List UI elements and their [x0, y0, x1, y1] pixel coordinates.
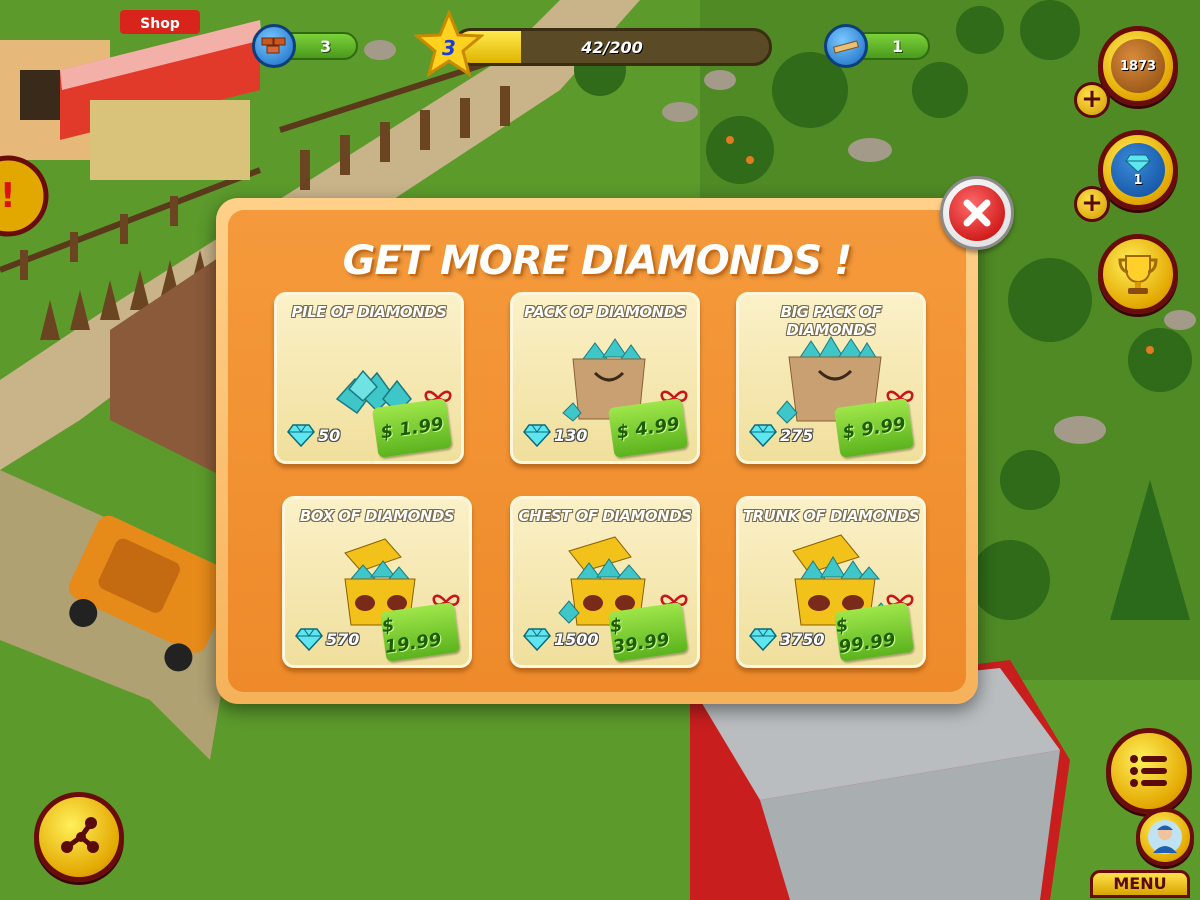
level-number: 3 [442, 36, 456, 60]
coins-value: 1873 [1119, 58, 1157, 74]
offer-price: $ 4.99 [615, 413, 681, 443]
coins-button[interactable]: 1873 [1098, 26, 1178, 106]
offer-amount-value: 275 [780, 425, 814, 445]
offer-price: $ 99.99 [834, 614, 897, 658]
offer-amount-value: 1500 [554, 629, 599, 649]
bricks-icon [252, 24, 296, 68]
shop-sign: Shop [140, 16, 180, 32]
add-coins-button[interactable]: + [1074, 82, 1110, 118]
price-tag[interactable]: $ 19.99 [379, 602, 461, 662]
offer-amount: 130 [523, 423, 587, 447]
diamond-icon [523, 424, 551, 447]
offer-price: $ 1.99 [379, 413, 445, 443]
offer-price: $ 39.99 [608, 614, 671, 658]
diamonds-value: 1 [1133, 172, 1143, 188]
get-diamonds-dialog: GET MORE DIAMONDS ! PILE OF DIAMONDS 50 $ … [216, 198, 978, 704]
diamonds-button[interactable]: 1 [1098, 130, 1178, 210]
offer-amount: 50 [287, 423, 340, 447]
offer-amount-value: 3750 [780, 629, 825, 649]
xp-progress-bar: 42/200 [452, 28, 772, 66]
diamond-icon [749, 424, 777, 447]
offer-card[interactable]: PILE OF DIAMONDS 50 $ 1.99 [274, 292, 464, 464]
offer-amount: 570 [295, 627, 359, 651]
offer-name: CHEST OF DIAMONDS [518, 507, 692, 525]
offer-name: BOX OF DIAMONDS [299, 507, 455, 525]
planks-icon [824, 24, 868, 68]
offer-amount-value: 570 [326, 629, 360, 649]
close-button[interactable] [940, 176, 1014, 250]
price-tag[interactable]: $ 9.99 [833, 398, 915, 458]
offer-amount: 3750 [749, 627, 825, 651]
offer-name: TRUNK OF DIAMONDS [742, 507, 920, 525]
diamond-icon [749, 628, 777, 651]
offer-amount: 275 [749, 423, 813, 447]
avatar-icon [1148, 820, 1182, 854]
offer-card[interactable]: BOX OF DIAMONDS 570 $ 19.99 [282, 496, 472, 668]
price-tag[interactable]: $ 4.99 [607, 398, 689, 458]
close-icon [949, 185, 1005, 241]
share-icon [61, 817, 99, 853]
offer-name: PACK OF DIAMONDS [524, 303, 686, 321]
dialog-panel: GET MORE DIAMONDS ! PILE OF DIAMONDS 50 $ … [228, 210, 966, 692]
offer-name: PILE OF DIAMONDS [291, 303, 447, 321]
bricks-count: 3 [320, 36, 332, 56]
list-button[interactable] [1106, 728, 1192, 814]
alert-icon[interactable]: ! [0, 176, 16, 216]
share-button[interactable] [34, 792, 124, 882]
list-icon [1130, 755, 1167, 787]
trophy-icon [1118, 255, 1158, 294]
price-tag[interactable]: $ 39.99 [607, 602, 689, 662]
offer-card[interactable]: BIG PACK OF DIAMONDS 275 $ 9.99 [736, 292, 926, 464]
coin-icon: 1873 [1111, 39, 1165, 93]
diamond-icon [523, 628, 551, 651]
offer-price: $ 9.99 [841, 413, 907, 443]
trophy-button[interactable] [1098, 234, 1178, 314]
xp-progress-text: 42/200 [581, 37, 643, 57]
add-diamonds-button[interactable]: + [1074, 186, 1110, 222]
price-tag[interactable]: $ 1.99 [371, 398, 453, 458]
offer-card[interactable]: CHEST OF DIAMONDS 1500 $ 39.99 [510, 496, 700, 668]
planks-count: 1 [892, 36, 904, 56]
dialog-title: GET MORE DIAMONDS ! [342, 238, 853, 284]
profile-button[interactable] [1136, 808, 1194, 866]
offer-amount-value: 130 [554, 425, 588, 445]
diamond-icon [295, 628, 323, 651]
diamond-icon: 1 [1111, 143, 1165, 197]
diamond-icon [287, 424, 315, 447]
offer-amount: 1500 [523, 627, 599, 651]
offer-amount-value: 50 [318, 425, 341, 445]
offer-price: $ 19.99 [380, 614, 443, 658]
menu-button[interactable]: MENU [1090, 870, 1190, 898]
offer-card[interactable]: PACK OF DIAMONDS 130 $ 4.99 [510, 292, 700, 464]
offer-card[interactable]: TRUNK OF DIAMONDS 3750 $ 99.99 [736, 496, 926, 668]
price-tag[interactable]: $ 99.99 [833, 602, 915, 662]
